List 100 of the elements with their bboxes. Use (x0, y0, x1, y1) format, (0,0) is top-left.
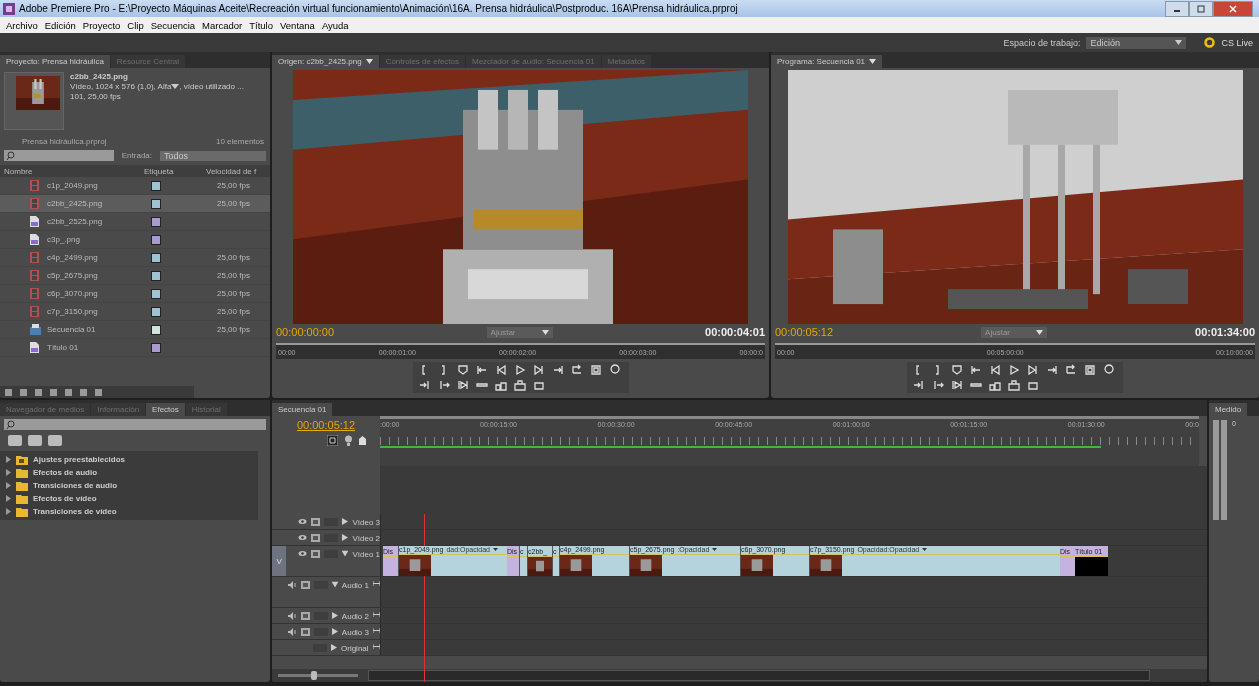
eye-icon[interactable] (298, 534, 308, 541)
minimize-button[interactable] (1165, 0, 1189, 17)
project-item[interactable]: c6p_3070.png 25,00 fps (0, 285, 270, 303)
go-to-in-icon[interactable] (913, 379, 925, 391)
current-timecode[interactable]: 00:00:05:12 (775, 326, 834, 338)
go-to-out-icon[interactable] (1046, 364, 1058, 376)
play-icon[interactable] (1008, 364, 1020, 376)
panel-tab[interactable]: Medido (1209, 403, 1248, 416)
marker-icon[interactable] (456, 364, 469, 376)
panel-tab[interactable]: Origen: c2bb_2425.png (272, 55, 379, 68)
menu-item[interactable]: Edición (44, 19, 76, 31)
lock-icon[interactable] (300, 581, 310, 589)
export-frame-icon[interactable] (1027, 379, 1039, 391)
play-in-to-out-icon[interactable] (456, 379, 469, 391)
close-button[interactable] (1213, 0, 1253, 17)
effects-folder[interactable]: Efectos de audio (0, 466, 258, 479)
speaker-icon[interactable] (287, 628, 297, 636)
panel-tab[interactable]: Proyecto: Prensa hidráulica (0, 55, 110, 68)
project-item[interactable]: c3p_.png (0, 231, 270, 249)
safe-margins-icon[interactable] (589, 364, 602, 376)
horizontal-scrollbar[interactable] (368, 670, 1150, 681)
step-forward-icon[interactable] (532, 364, 545, 376)
go-to-in-icon[interactable] (475, 364, 488, 376)
go-to-out-icon[interactable] (551, 364, 564, 376)
step-back-icon[interactable] (989, 364, 1001, 376)
snap-icon[interactable] (326, 435, 338, 446)
overwrite-icon[interactable] (513, 379, 526, 391)
expand-triangle-icon[interactable] (331, 581, 339, 588)
panel-tab[interactable]: Efectos (146, 403, 185, 416)
lock-icon[interactable] (311, 550, 321, 558)
step-forward-icon[interactable] (1027, 364, 1039, 376)
effects-folder[interactable]: Transiciones de vídeo (0, 505, 258, 518)
project-item[interactable]: c4p_2499.png 25,00 fps (0, 249, 270, 267)
menu-item[interactable]: Clip (127, 19, 144, 31)
filter-dropdown[interactable]: Todos (160, 150, 266, 161)
export-frame-icon[interactable] (532, 379, 545, 391)
eye-icon[interactable] (298, 550, 308, 557)
search-field[interactable] (4, 419, 266, 430)
project-item[interactable]: Título 01 (0, 339, 270, 357)
expand-triangle-icon[interactable] (331, 612, 338, 619)
step-back-icon[interactable] (494, 364, 507, 376)
expand-triangle-icon[interactable] (331, 644, 337, 651)
marker-icon[interactable] (358, 436, 366, 445)
speaker-icon[interactable] (287, 581, 297, 589)
eye-icon[interactable] (298, 518, 308, 525)
sequence-timecode[interactable]: 00:00:05:12 (296, 419, 356, 431)
project-item[interactable]: c5p_2675.png 25,00 fps (0, 267, 270, 285)
expand-triangle-icon[interactable] (342, 518, 349, 525)
column-header[interactable]: Nombre (0, 166, 144, 176)
go-to-in-icon[interactable] (418, 379, 431, 391)
panel-tab[interactable]: Secuencia 01 (272, 403, 333, 416)
effects-folder[interactable]: Ajustes preestablecidos (0, 453, 258, 466)
cs-live-link[interactable]: CS Live (1221, 37, 1253, 48)
search-field[interactable] (4, 150, 114, 161)
project-item[interactable]: c2bb_2425.png 25,00 fps (0, 195, 270, 213)
slider-thumb[interactable] (311, 671, 317, 680)
caret-icon[interactable] (171, 84, 180, 89)
speaker-icon[interactable] (287, 612, 297, 620)
expand-triangle-icon[interactable] (341, 550, 349, 557)
project-item[interactable]: Secuencia 01 25,00 fps (0, 321, 270, 339)
play-in-to-out-icon[interactable] (951, 379, 963, 391)
lock-icon[interactable] (311, 518, 321, 526)
expand-triangle-icon[interactable] (342, 534, 349, 541)
insert-icon[interactable] (989, 379, 1001, 391)
marker-icon[interactable] (343, 435, 353, 446)
playhead-line[interactable] (424, 514, 425, 682)
output-icon[interactable] (608, 364, 621, 376)
project-item[interactable]: c2bb_2525.png (0, 213, 270, 231)
marker-icon[interactable] (951, 364, 963, 376)
safe-margins-icon[interactable] (1084, 364, 1096, 376)
menu-item[interactable]: Ventana (280, 19, 315, 31)
panel-tab[interactable]: Programa: Secuencia 01 (771, 55, 883, 68)
workspace-dropdown[interactable]: Edición (1086, 36, 1187, 49)
loop-icon[interactable] (570, 364, 583, 376)
lock-icon[interactable] (311, 534, 321, 542)
menu-item[interactable]: Marcador (202, 19, 243, 31)
output-icon[interactable] (1103, 364, 1115, 376)
source-target[interactable]: V (272, 546, 287, 576)
lock-icon[interactable] (300, 628, 310, 636)
column-header[interactable]: Velocidad de f (206, 166, 257, 176)
menu-item[interactable]: Secuencia (150, 19, 196, 31)
effects-folder[interactable]: Transiciones de audio (0, 479, 258, 492)
insert-icon[interactable] (494, 379, 507, 391)
play-icon[interactable] (513, 364, 526, 376)
menu-item[interactable]: Proyecto (82, 19, 121, 31)
menu-item[interactable]: Título (249, 19, 273, 31)
project-item[interactable]: c7p_3150.png 25,00 fps (0, 303, 270, 321)
caret-icon (1175, 40, 1183, 45)
go-to-in-icon[interactable] (970, 364, 982, 376)
go-to-out-icon[interactable] (437, 379, 450, 391)
menu-item[interactable]: Ayuda (321, 19, 349, 31)
expand-triangle-icon[interactable] (331, 628, 338, 635)
current-timecode[interactable]: 00:00:00:00 (276, 326, 335, 338)
column-header[interactable]: Etiqueta (144, 166, 206, 176)
loop-icon[interactable] (1065, 364, 1077, 376)
go-to-out-icon[interactable] (932, 379, 944, 391)
overwrite-icon[interactable] (1008, 379, 1020, 391)
menu-item[interactable]: Archivo (6, 19, 38, 31)
effects-folder[interactable]: Efectos de vídeo (0, 492, 258, 505)
lock-icon[interactable] (300, 612, 310, 620)
